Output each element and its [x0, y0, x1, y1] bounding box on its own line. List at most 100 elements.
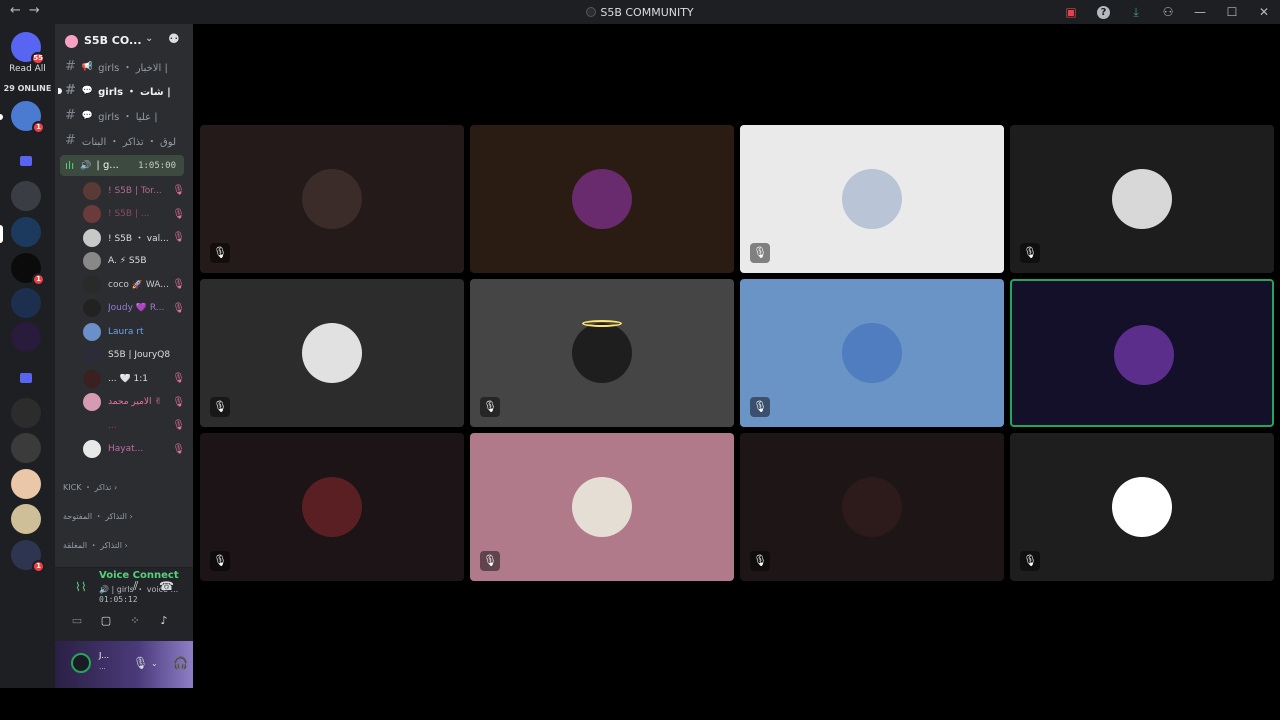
- microphone-icon[interactable]: 🎙: [133, 656, 148, 670]
- server-icon[interactable]: 1: [11, 101, 45, 134]
- disconnect-icon[interactable]: ☎: [159, 579, 174, 593]
- participant-tile[interactable]: 🎙: [200, 279, 464, 427]
- avatar: [572, 477, 632, 537]
- channel-logs[interactable]: # لوق ・ تذاكر ・ البنات: [60, 130, 184, 151]
- category-open-tickets[interactable]: التذاكر ・ المفتوحة ›: [63, 511, 133, 522]
- server-icon[interactable]: [11, 181, 41, 211]
- channel-label: girls ・ الاخبار |: [98, 63, 168, 74]
- minimize-icon[interactable]: —: [1184, 5, 1216, 19]
- maximize-icon[interactable]: ☐: [1216, 5, 1248, 19]
- home-button[interactable]: 55: [11, 32, 45, 65]
- voice-user-row[interactable]: ... 🎙: [83, 415, 185, 436]
- signal-icon[interactable]: ⌇⌇: [75, 580, 87, 594]
- add-user-icon[interactable]: ⚉: [168, 32, 180, 47]
- voice-user-row[interactable]: ! S5B | ... 🎙: [83, 204, 185, 225]
- close-icon[interactable]: ✕: [1248, 5, 1280, 19]
- server-icon[interactable]: [11, 504, 41, 534]
- headphones-icon[interactable]: 🎧: [173, 656, 188, 670]
- avatar: [572, 323, 632, 383]
- participant-tile[interactable]: [470, 125, 734, 273]
- voice-user-row[interactable]: S5B | JouryQ8: [83, 345, 185, 366]
- server-header[interactable]: S5B CO... ⌄ ⚉: [55, 24, 193, 58]
- channel-label: girls ・ عليا |: [98, 112, 158, 123]
- unread-indicator: [58, 88, 62, 94]
- user-name[interactable]: J...: [99, 651, 109, 660]
- server-icon[interactable]: [11, 288, 41, 318]
- voice-user-row[interactable]: الأمير محمد ✌ 🎙: [83, 392, 185, 413]
- folder-icon[interactable]: [20, 373, 32, 383]
- participant-tile[interactable]: 🎙: [200, 125, 464, 273]
- participant-tile[interactable]: 🎙: [200, 433, 464, 581]
- voice-user-row[interactable]: Joudy 💜 R... 🎙: [83, 298, 185, 319]
- avatar: [302, 323, 362, 383]
- chevron-down-icon[interactable]: ⌄: [151, 659, 158, 668]
- voice-connection-panel: ⌇⌇ Voice Connected 🔊 | girls ・ voice ...…: [55, 567, 193, 641]
- server-icon[interactable]: 1: [11, 540, 45, 573]
- user-panel: J... ... 🎙 ⌄ 🎧 ⌄ ⚙: [55, 641, 226, 688]
- voice-user-row[interactable]: Laura rt: [83, 321, 185, 342]
- camera-button[interactable]: ▭: [63, 610, 91, 632]
- voice-channel-active[interactable]: ılı 🔊 | g... 1:05:00: [60, 155, 184, 176]
- noise-suppression-icon[interactable]: ⫽: [133, 579, 138, 594]
- chevron-right-icon: ›: [113, 483, 118, 492]
- avatar: [842, 169, 902, 229]
- voice-user-row[interactable]: Hayat... 🎙: [83, 439, 185, 460]
- category-label: KICK ・ تذاكر: [63, 483, 112, 492]
- server-icon[interactable]: [11, 322, 41, 352]
- server-badge-icon: [65, 35, 78, 48]
- server-icon[interactable]: [11, 433, 41, 463]
- avatar: [572, 169, 632, 229]
- server-icon[interactable]: [11, 398, 41, 428]
- server-icon[interactable]: [11, 217, 41, 247]
- avatar: [83, 369, 101, 388]
- participant-tile[interactable]: 🎙: [1010, 125, 1274, 273]
- channel-emoji: 💬: [81, 85, 94, 96]
- category-kick[interactable]: KICK ・ تذاكر ›: [63, 482, 117, 493]
- voice-user-row[interactable]: ... 🤍 1:1 🎙: [83, 368, 185, 389]
- participant-tile[interactable]: [1010, 279, 1274, 427]
- category-closed-tickets[interactable]: التذاكر ・ المغلقة ›: [63, 540, 128, 551]
- download-icon[interactable]: ⤓: [1120, 5, 1152, 20]
- voice-user-name: Joudy 💜 R...: [108, 303, 165, 313]
- avatar: [83, 416, 101, 435]
- user-status: ...: [99, 663, 106, 671]
- screen-share-button[interactable]: ▢: [92, 610, 120, 632]
- participant-tile[interactable]: 🎙: [740, 279, 1004, 427]
- voice-channel-label: | g...: [96, 160, 119, 171]
- screen-share-icon[interactable]: ▣: [1055, 5, 1087, 19]
- participant-tile[interactable]: 🎙: [740, 433, 1004, 581]
- channel-news[interactable]: # 📢 girls ・ الاخبار |: [60, 56, 184, 77]
- voice-user-name: S5B | JouryQ8: [108, 350, 171, 360]
- activities-button[interactable]: ⁘: [121, 610, 149, 632]
- hash-icon: #: [65, 83, 76, 98]
- inbox-icon[interactable]: ⚇: [1152, 5, 1184, 19]
- participant-tile[interactable]: 🎙: [470, 279, 734, 427]
- voice-user-row[interactable]: A. ⚡ S5B: [83, 251, 185, 272]
- selected-pill: [0, 225, 3, 243]
- voice-user-row[interactable]: ! S5B | Tor... 🎙: [83, 180, 185, 201]
- voice-user-row[interactable]: coco 🚀 WA... 🎙: [83, 274, 185, 295]
- avatar: [83, 252, 101, 270]
- help-icon[interactable]: ?: [1097, 5, 1110, 19]
- channel-upper[interactable]: # 💬 girls ・ عليا |: [60, 105, 184, 126]
- muted-mic-icon: 🎙: [210, 551, 230, 571]
- soundboard-button[interactable]: ♪: [150, 610, 178, 632]
- chevron-down-icon[interactable]: ⌄: [145, 33, 153, 44]
- folder-icon[interactable]: [20, 156, 32, 166]
- server-name: S5B CO...: [84, 34, 142, 47]
- chevron-right-icon: ›: [124, 541, 128, 550]
- participant-tile[interactable]: 🎙: [470, 433, 734, 581]
- channel-chat[interactable]: # 💬 girls ・ شات |: [58, 80, 184, 101]
- server-icon[interactable]: [11, 469, 41, 499]
- server-icon[interactable]: 1: [11, 253, 45, 286]
- participant-tile[interactable]: 🎙: [1010, 433, 1274, 581]
- voice-user-row[interactable]: ! S5B ・ val... 🎙: [83, 227, 185, 248]
- voice-user-name: Laura rt: [108, 326, 144, 337]
- title-bar: ←→ S5B COMMUNITY ▣ ? ⤓ ⚇ — ☐ ✕: [0, 0, 1280, 24]
- participant-tile[interactable]: 🎙: [740, 125, 1004, 273]
- hash-icon: #: [65, 133, 76, 148]
- channel-label: لوق ・ تذاكر ・ البنات: [81, 137, 177, 148]
- read-all-button[interactable]: Read All: [0, 64, 55, 74]
- avatar[interactable]: [71, 653, 91, 673]
- deafened-icon: 🎙: [172, 185, 185, 196]
